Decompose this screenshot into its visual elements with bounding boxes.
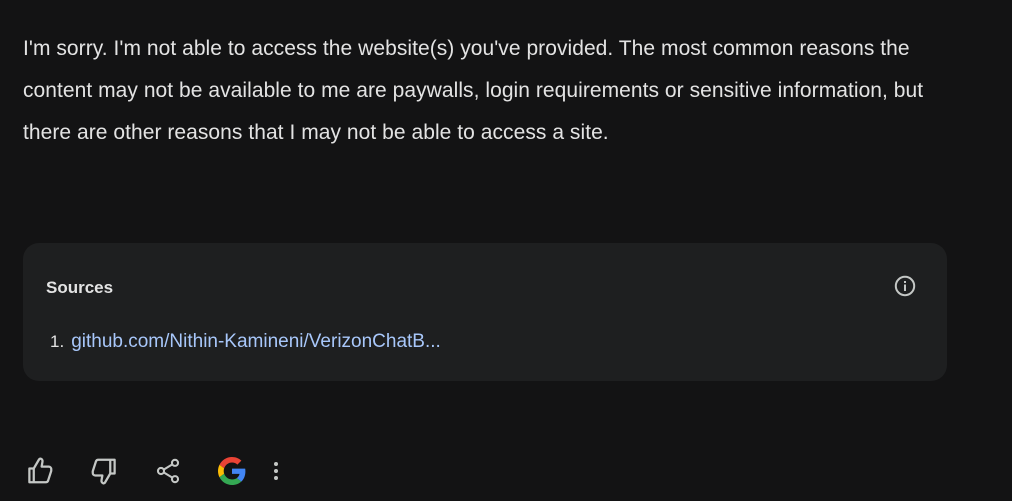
google-check-button[interactable] — [212, 451, 252, 491]
more-options-button[interactable] — [264, 451, 288, 491]
source-list: 1. github.com/Nithin-Kamineni/VerizonCha… — [50, 331, 441, 353]
thumb-down-button[interactable] — [84, 451, 124, 491]
share-button[interactable] — [148, 451, 188, 491]
sources-title: Sources — [46, 278, 114, 297]
source-item: 1. github.com/Nithin-Kamineni/VerizonCha… — [50, 331, 441, 353]
google-icon — [218, 457, 246, 485]
more-vertical-icon — [274, 462, 278, 480]
source-number: 1. — [50, 332, 65, 351]
share-icon — [156, 458, 180, 484]
thumb-up-icon — [28, 457, 53, 484]
response-action-bar — [20, 451, 288, 491]
thumb-down-icon — [91, 458, 116, 485]
thumb-up-button[interactable] — [20, 451, 60, 491]
info-icon[interactable] — [893, 274, 917, 298]
sources-card: Sources 1. github.com/Nithin-Kamineni/Ve… — [23, 243, 947, 381]
response-message: I'm sorry. I'm not able to access the we… — [23, 37, 924, 144]
chat-response-page: I'm sorry. I'm not able to access the we… — [0, 0, 1012, 501]
source-link[interactable]: github.com/Nithin-Kamineni/VerizonChatB.… — [71, 331, 441, 353]
